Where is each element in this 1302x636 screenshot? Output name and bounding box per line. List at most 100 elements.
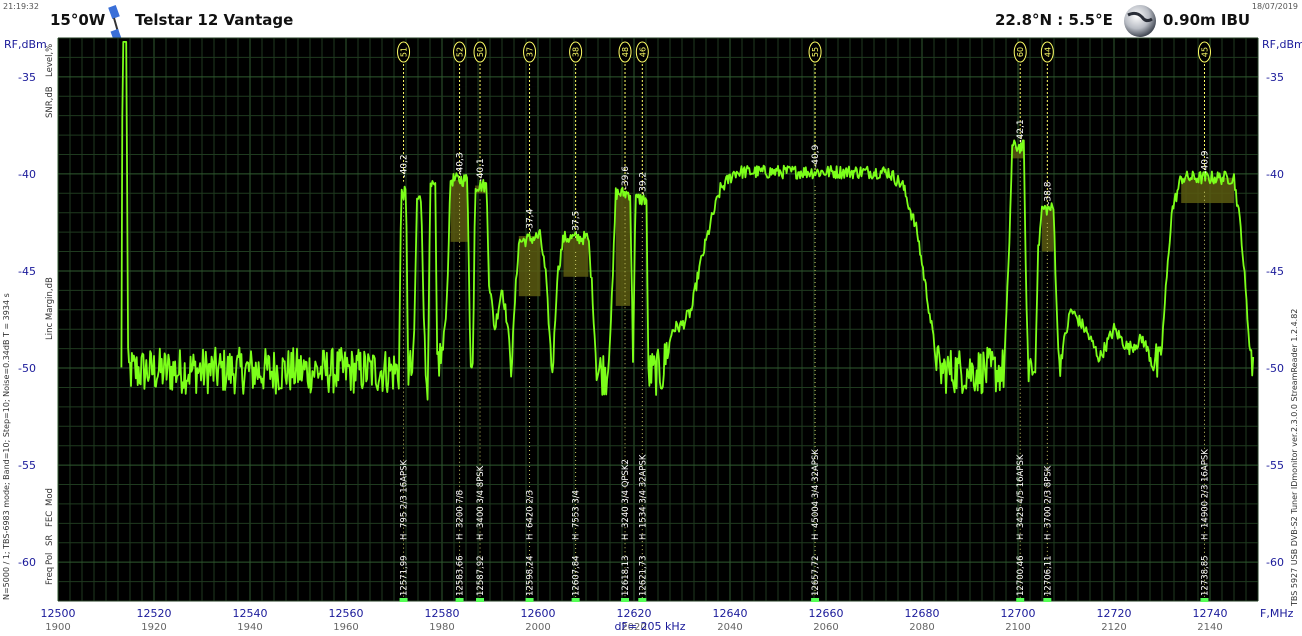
x-tick-label: 12520 [137,607,172,620]
marker-foot [811,598,820,602]
if-tick-label: 2120 [1101,622,1126,633]
peak-label: -40,3 [456,152,466,175]
transponder-params: H [572,534,582,540]
if-tick-label: 1940 [237,622,262,633]
transponder-freq: 12583,66 [456,555,466,596]
transponder-number: 37 [526,47,535,57]
if-tick-label: 1960 [333,622,358,633]
if-tick-label: 1980 [429,622,454,633]
y-tick-label-right: -50 [1266,362,1284,375]
y-tick-label-right: -55 [1266,459,1284,472]
y-tick-label-left: -60 [18,556,36,569]
if-tick-label: 1920 [141,622,166,633]
peak-label: -40,9 [811,144,821,168]
if-tick-label: 2060 [813,622,838,633]
y-tick-label-right: -60 [1266,556,1284,569]
x-unit: F,MHz [1260,607,1294,620]
y-tick-label-right: -35 [1266,71,1284,84]
transponder-freq: 12598,24 [526,555,536,596]
transponder-number: 51 [400,47,409,57]
transponder-number: 44 [1043,47,1052,57]
peak-label: -42,1 [1016,119,1026,142]
marker-foot [399,598,408,602]
transponder-number: 60 [1016,47,1025,57]
transponder-params: 795 2/3 16APSK [400,460,410,528]
peak-label: -39,6 [621,166,631,190]
x-tick-label: 12720 [1097,607,1132,620]
x-tick-label: 12740 [1193,607,1228,620]
transponder-freq: 12621,73 [638,555,648,596]
transponder-number: 48 [621,47,630,57]
marker-foot [621,598,630,602]
transponder-params: 7553 3/4 [572,490,582,528]
marker-foot [455,598,464,602]
transponder-params: 3700 2/3 8PSK [1043,465,1053,528]
signal-band [563,237,589,277]
transponder-number: 38 [572,47,581,57]
df-label: dF= 205 kHz [615,620,686,633]
peak-label: -40,2 [400,154,410,177]
transponder-number: 46 [638,47,647,57]
transponder-params: 1534 3/4 32APSK [638,454,648,528]
x-tick-label: 12640 [713,607,748,620]
transponder-params: 14900 2/3 16APSK [1200,449,1210,528]
transponder-params: 3425 4/5 16APSK [1016,454,1026,528]
y-tick-label-left: -45 [18,265,36,278]
transponder-params: H [1200,534,1210,540]
if-tick-label: 2080 [909,622,934,633]
transponder-freq: 12657,72 [811,555,821,596]
x-tick-label: 12620 [617,607,652,620]
signal-band [450,179,468,242]
transponder-freq: 12571,99 [400,555,410,596]
marker-foot [571,598,580,602]
marker-foot [476,598,485,602]
transponder-params: 3400 3/4 8PSK [476,465,486,528]
transponder-freq: 12587,92 [476,555,486,596]
y-tick-label-right: -40 [1266,168,1284,181]
x-tick-label: 12580 [425,607,460,620]
y-tick-label-right: -45 [1266,265,1284,278]
y-tick-label-left: -50 [18,362,36,375]
transponder-freq: 12618,13 [621,555,631,596]
peak-label: -37,5 [572,211,582,234]
x-tick-label: 12560 [329,607,364,620]
y-tick-label-left: -55 [18,459,36,472]
if-tick-label: 1900 [45,622,70,633]
if-tick-label: 2040 [717,622,742,633]
x-tick-label: 12540 [233,607,268,620]
peak-label: -40,9 [1200,150,1210,174]
if-tick-label: 2140 [1197,622,1222,633]
transponder-params: H [1016,534,1026,540]
x-tick-label: 12680 [905,607,940,620]
signal-band [1042,208,1054,252]
peak-label: -37,4 [526,208,536,232]
spectrum-chart: 51 -40,2 H 795 2/3 16APSK 12571,99 52 -40,3 H 32… [18,37,1294,633]
peak-label: -38,8 [1043,181,1053,205]
transponder-number: 55 [811,47,820,57]
transponder-params: H [456,534,466,540]
transponder-number: 50 [476,47,485,57]
transponder-params: 3240 3/4 QPSK2 [621,459,631,528]
transponder-freq: 12706,11 [1043,555,1053,596]
transponder-params: H [811,534,821,540]
marker-foot [1043,598,1052,602]
transponder-params: H [476,534,486,540]
transponder-params: H [400,534,410,540]
signal-band [1181,177,1234,204]
marker-foot [1200,598,1209,602]
transponder-params: 45004 3/4 32APSK [811,449,821,528]
if-tick-label: 2000 [525,622,550,633]
y-tick-label-left: -35 [18,71,36,84]
transponder-number: 45 [1200,47,1209,57]
transponder-freq: 12700,46 [1016,555,1026,596]
transponder-params: H [526,534,536,540]
transponder-params: H [621,534,631,540]
marker-foot [638,598,647,602]
if-tick-label: 2100 [1005,622,1030,633]
transponder-freq: 12738,85 [1200,555,1210,596]
transponder-params: 3200 7/8 [456,490,466,528]
marker-foot [1016,598,1025,602]
marker-foot [525,598,534,602]
transponder-params: 6420 2/3 [526,490,536,528]
y-tick-label-left: -40 [18,168,36,181]
